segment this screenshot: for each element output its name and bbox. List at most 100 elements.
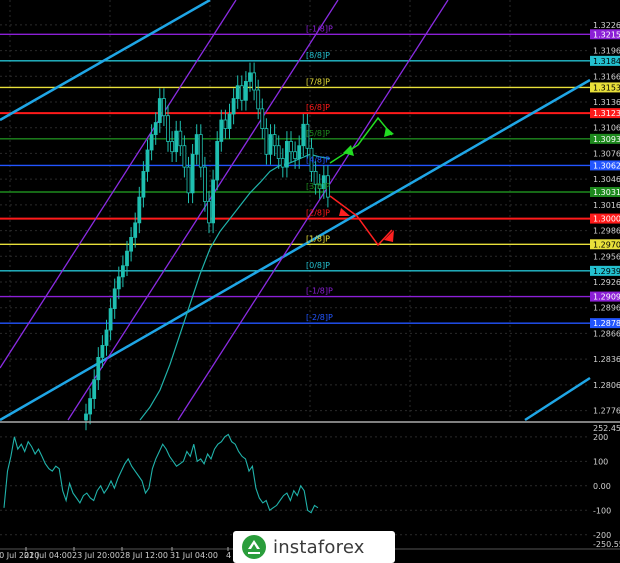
price-level-tag-text: 1.2939 (593, 267, 620, 276)
murrey-level-label: [7/8]P (306, 77, 330, 86)
candle-body (190, 153, 195, 194)
murrey-level-label: [4/8]P (306, 155, 330, 164)
price-tick-label: 1.3166 (593, 72, 620, 81)
candle-body (223, 119, 228, 129)
candle-body (252, 72, 257, 91)
candle-body (125, 250, 129, 267)
candle-body (272, 134, 277, 147)
candle-body (145, 149, 150, 172)
candle-body (227, 113, 232, 129)
candle-body (108, 308, 113, 331)
price-chart[interactable]: [-1/8]P [8/8]P [7/8]P [6/8]P [5/8]P [4/8]P [3/… (0, 0, 620, 563)
price-level-tag-text: 1.2878 (593, 319, 620, 328)
candle-body (211, 179, 216, 224)
candle-body (137, 196, 142, 224)
murrey-level-label: [-2/8]P (306, 313, 333, 322)
candle-body (84, 413, 88, 421)
price-level-tag-text: 1.3184 (593, 57, 620, 66)
candle-body (268, 134, 273, 155)
cci-tick-label: 200 (593, 433, 608, 442)
murrey-level-label: [8/8]P (306, 51, 330, 60)
price-level-tag-text: 1.3123 (593, 109, 620, 118)
time-tick-label: 21 Jul 04:00 (24, 551, 72, 560)
candle-body (239, 85, 244, 101)
candle-body (248, 72, 252, 82)
candle-body (297, 145, 302, 159)
murrey-level-label: [3/8]P (306, 182, 330, 191)
price-tick-label: 1.3136 (593, 98, 620, 107)
candle-body (202, 166, 207, 202)
price-tick-label: 1.3106 (593, 124, 620, 133)
candle-body (301, 123, 306, 147)
chart-window: [-1/8]P [8/8]P [7/8]P [6/8]P [5/8]P [4/8]P [3/… (0, 0, 620, 563)
candle-body (235, 85, 240, 99)
candle-body (174, 130, 179, 153)
murrey-level-label: [5/8]P (306, 129, 330, 138)
price-level-tag-text: 1.2909 (593, 293, 620, 302)
candle-body (280, 158, 285, 168)
price-level-tag-text: 1.3093 (593, 135, 620, 144)
price-tick-label: 1.3016 (593, 201, 620, 210)
price-tick-label: 1.2806 (593, 381, 620, 390)
murrey-level-label: [-1/8]P (306, 287, 333, 296)
price-tick-label: 1.2986 (593, 227, 620, 236)
price-tick-label: 1.2956 (593, 252, 620, 261)
candle-body (215, 141, 220, 181)
candle-body (133, 222, 138, 238)
candle-body (153, 122, 158, 135)
murrey-level-label: [2/8]P (306, 209, 330, 218)
candle-body (182, 145, 187, 168)
murrey-level-label: [0/8]P (306, 261, 330, 270)
candle-body (129, 237, 134, 252)
candle-body (100, 345, 105, 358)
cci-tick-label: 100 (593, 457, 608, 466)
price-level-tag-text: 1.3215 (593, 30, 620, 39)
price-level-tag-text: 1.3031 (593, 188, 620, 197)
instaforex-watermark: instaforex (233, 531, 395, 563)
price-tick-label: 1.2866 (593, 329, 620, 338)
candle-body (194, 134, 199, 155)
candle-body (166, 115, 170, 142)
brand-name: instaforex (273, 536, 365, 558)
candle-body (207, 201, 211, 224)
price-level-tag-text: 1.2970 (593, 240, 620, 249)
candle-body (219, 119, 224, 142)
candle-body (141, 171, 146, 198)
candle-body (186, 166, 191, 194)
murrey-level-label: [6/8]P (306, 103, 330, 112)
cci-tick-label: -250.551 (593, 540, 620, 549)
candle-body (284, 141, 289, 168)
candle-body (289, 141, 293, 153)
cci-tick-label: -200 (593, 531, 611, 540)
candle-body (96, 357, 101, 381)
candle-body (260, 108, 265, 129)
time-tick-label: 31 Jul 04:00 (170, 551, 218, 560)
price-tick-label: 1.3046 (593, 175, 620, 184)
cci-tick-label: 252.452 (593, 424, 620, 433)
candle-body (170, 141, 175, 153)
candle-body (92, 379, 97, 399)
price-level-tag-text: 1.3000 (593, 215, 620, 224)
time-tick-label: 23 Jul 20:00 (72, 551, 120, 560)
price-tick-label: 1.3196 (593, 47, 620, 56)
price-tick-label: 1.3226 (593, 21, 620, 30)
candle-body (264, 128, 269, 155)
candle-body (116, 276, 121, 290)
candle-body (121, 265, 125, 278)
price-level-tag-text: 1.3153 (593, 83, 620, 92)
price-tick-label: 1.2926 (593, 278, 620, 287)
price-tick-label: 1.2836 (593, 355, 620, 364)
cci-tick-label: 0.00 (593, 482, 611, 491)
candle-body (88, 398, 92, 415)
candle-body (161, 98, 166, 117)
price-level-tag-text: 1.3062 (593, 161, 620, 170)
candle-body (243, 81, 248, 101)
murrey-level-label: [-1/8]P (306, 24, 333, 33)
candle-body (112, 288, 117, 309)
instaforex-logo-icon (242, 535, 266, 559)
candle-body (149, 134, 154, 151)
candle-body (104, 329, 109, 346)
price-tick-label: 1.3076 (593, 149, 620, 158)
time-tick-label: 28 Jul 12:00 (120, 551, 168, 560)
candle-body (178, 130, 183, 147)
